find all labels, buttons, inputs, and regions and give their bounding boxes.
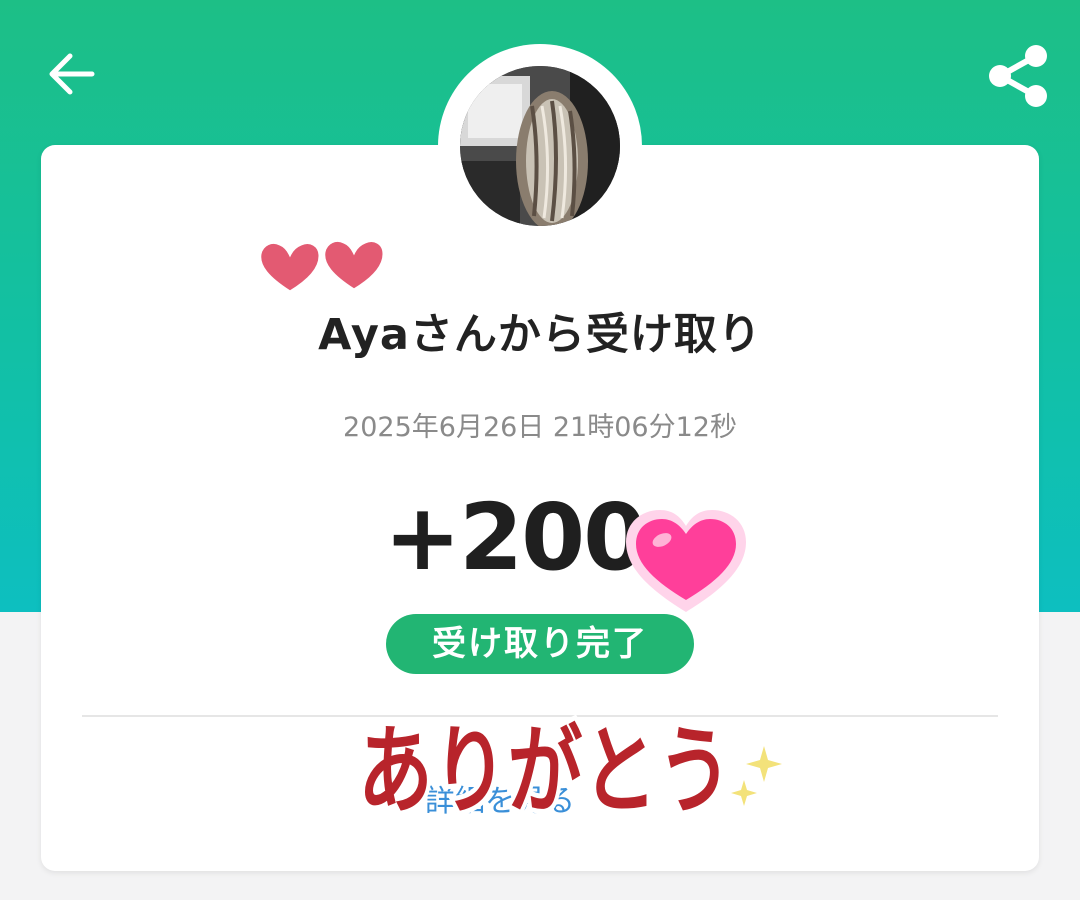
arrow-left-icon bbox=[49, 53, 95, 95]
thank-you-sticker: ありがとう ありがとう bbox=[353, 710, 782, 824]
page-title: Ayaさんから受け取り bbox=[318, 310, 762, 360]
share-button[interactable] bbox=[980, 38, 1056, 114]
amount-value: +200 bbox=[384, 484, 647, 591]
status-badge: 受け取り完了 bbox=[386, 614, 694, 674]
pink-heart-sticker bbox=[626, 510, 746, 612]
back-button[interactable] bbox=[40, 42, 104, 106]
share-icon bbox=[989, 45, 1047, 107]
avatar[interactable] bbox=[460, 66, 620, 226]
svg-text:ありがとう: ありがとう bbox=[358, 715, 732, 824]
double-heart-sticker bbox=[258, 238, 386, 294]
transaction-timestamp: 2025年6月26日 21時06分12秒 bbox=[343, 412, 737, 443]
avatar-photo bbox=[460, 66, 620, 226]
